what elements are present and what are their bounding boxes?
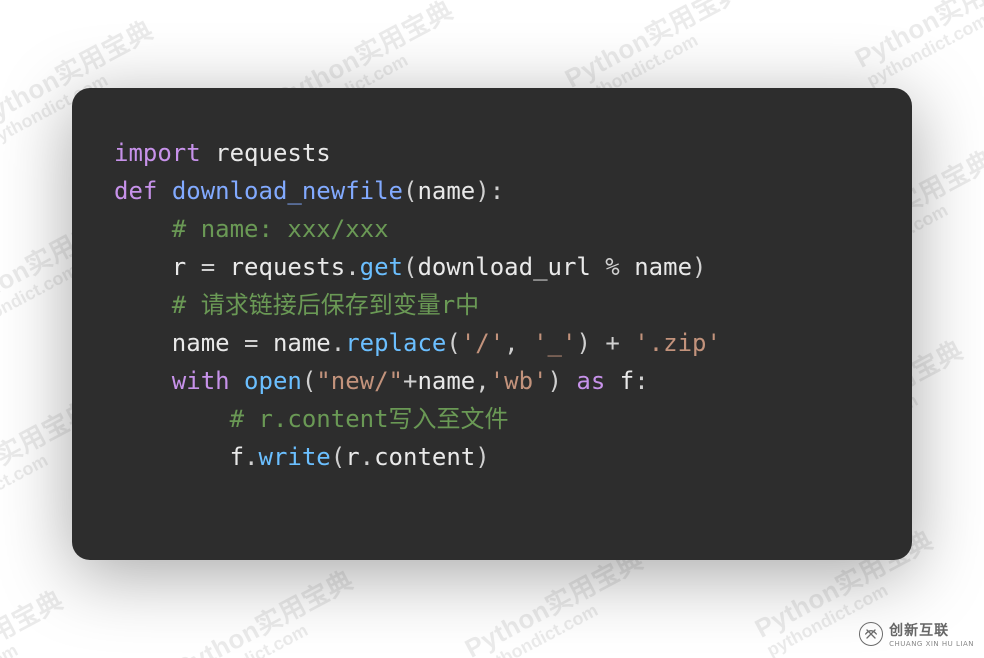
kw-import: import — [114, 139, 201, 167]
param-name: name — [417, 177, 475, 205]
comment: # r.content写入至文件 — [230, 405, 509, 433]
kw-def: def — [114, 177, 157, 205]
module-name: requests — [215, 139, 331, 167]
comment: # 请求链接后保存到变量r中 — [172, 291, 479, 319]
code-card-inner: import requests def download_newfile(nam… — [72, 88, 912, 560]
comment: # name: xxx/xxx — [172, 215, 389, 243]
logo-text: 创新互联 CHUANG XIN HU LIAN — [889, 620, 974, 648]
code-card: import requests def download_newfile(nam… — [72, 88, 912, 560]
watermark: Python实用宝典pythondict.com — [171, 566, 367, 658]
function-name: download_newfile — [172, 177, 403, 205]
watermark: Python实用宝典pythondict.com — [461, 546, 657, 658]
brand-logo: 创新互联 CHUANG XIN HU LIAN — [859, 620, 974, 648]
logo-icon — [859, 622, 883, 646]
watermark: Python实用宝典pythondict.com — [0, 586, 76, 658]
code-block: import requests def download_newfile(nam… — [114, 134, 900, 476]
watermark: Python实用宝典pythondict.com — [851, 0, 984, 90]
